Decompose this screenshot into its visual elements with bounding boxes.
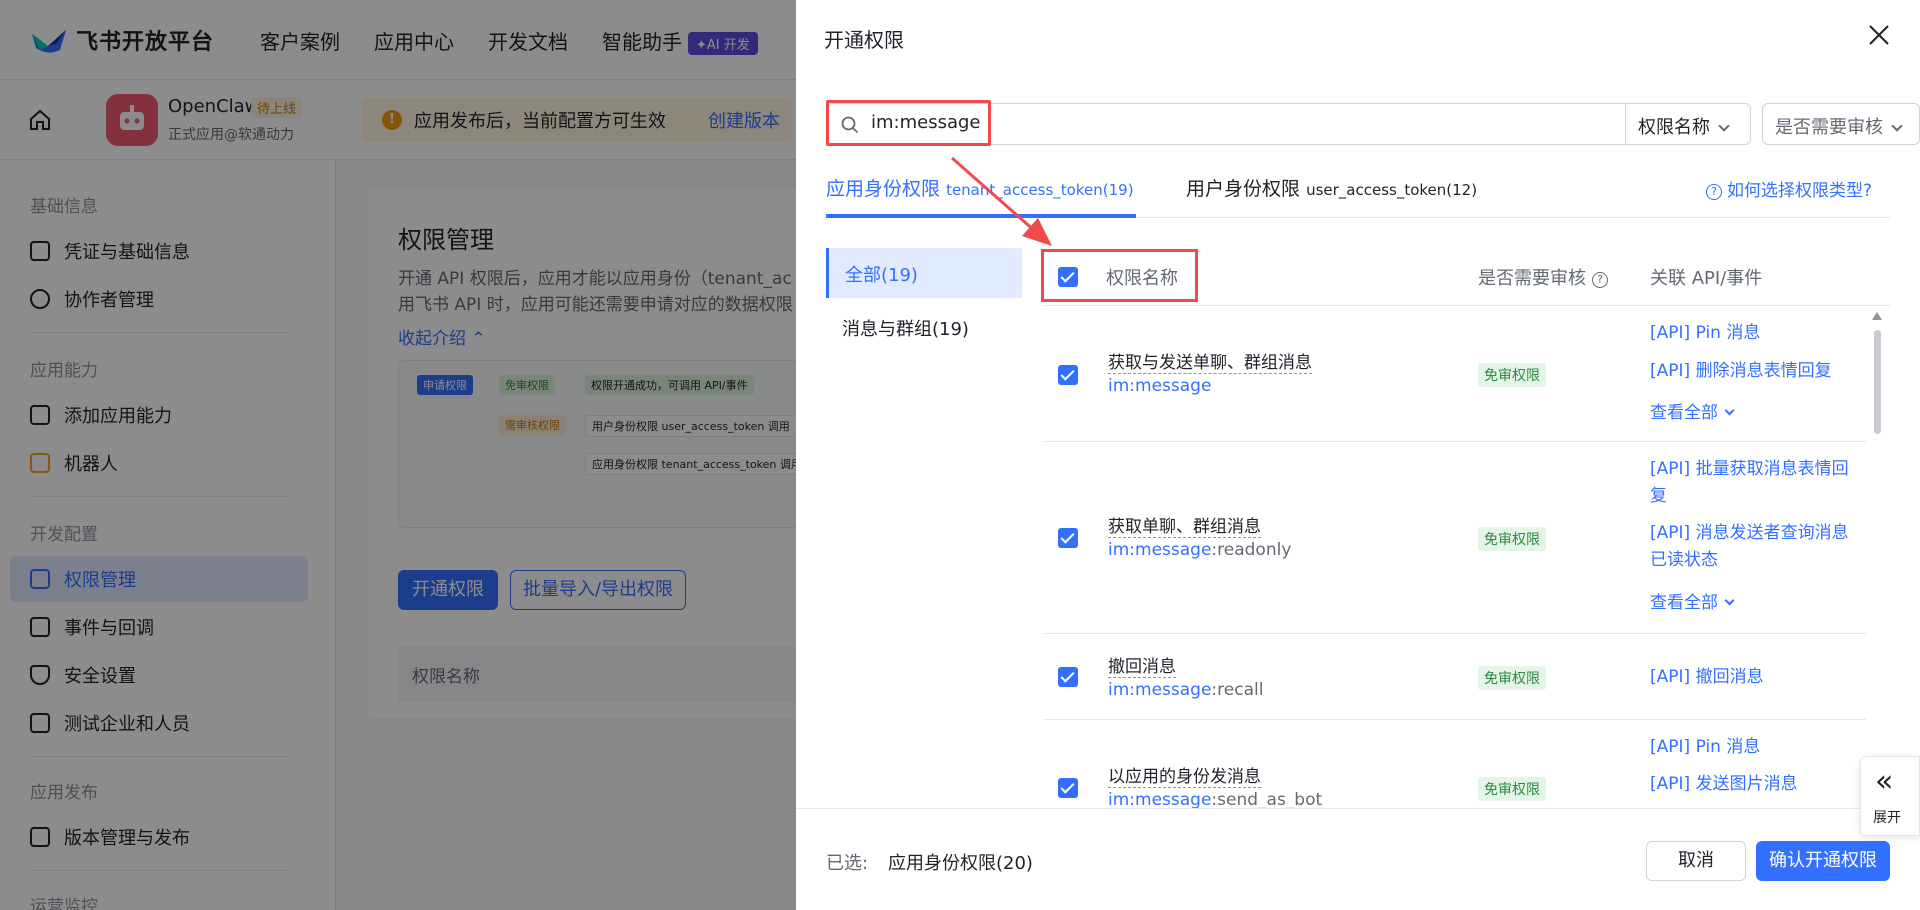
tab-token-count: tenant_access_token(19): [946, 181, 1134, 199]
permission-name: 获取与发送单聊、群组消息: [1108, 348, 1312, 374]
api-link[interactable]: [API] 删除消息表情回复: [1650, 358, 1850, 385]
annotation-box-search: [826, 100, 991, 146]
permission-code-prefix: im:message: [1108, 680, 1212, 700]
row-checkbox[interactable]: [1058, 778, 1078, 798]
col-related-api: 关联 API/事件: [1650, 268, 1763, 289]
permission-code-suffix: :send_as_bot: [1211, 790, 1323, 808]
select-label: 权限名称: [1638, 117, 1710, 138]
api-link[interactable]: [API] 撤回消息: [1650, 664, 1850, 691]
review-required-select[interactable]: 是否需要审核: [1762, 103, 1920, 145]
permission-type-tabs: 应用身份权限 tenant_access_token(19) 用户身份权限 us…: [826, 174, 1890, 218]
view-all-link[interactable]: 查看全部: [1650, 398, 1735, 423]
tab-token-count: user_access_token(12): [1306, 181, 1478, 199]
double-chevron-left-icon: «: [1875, 764, 1894, 799]
permission-code-suffix: :recall: [1211, 680, 1264, 700]
category-messages[interactable]: 消息与群组(19): [826, 304, 1022, 350]
chevron-down-icon: [1718, 120, 1730, 132]
confirm-enable-button[interactable]: 确认开通权限: [1756, 841, 1890, 881]
view-all-link[interactable]: 查看全部: [1650, 588, 1735, 613]
category-all[interactable]: 全部(19): [826, 248, 1022, 298]
view-all-label: 查看全部: [1650, 403, 1718, 423]
permission-code-prefix: im:message: [1108, 540, 1212, 560]
scrollbar-thumb[interactable]: [1874, 330, 1881, 434]
permission-name: 以应用的身份发消息: [1108, 762, 1261, 788]
api-link[interactable]: [API] 消息发送者查询消息已读状态: [1650, 520, 1850, 574]
col-review-required: 是否需要审核?: [1478, 264, 1608, 290]
permission-name: 撤回消息: [1108, 652, 1176, 678]
help-label: 如何选择权限类型?: [1727, 181, 1873, 201]
table-row: 以应用的身份发消息 im:message:send_as_bot 免审权限 [A…: [1044, 720, 1866, 808]
permission-name-text: 以应用的身份发消息: [1108, 767, 1261, 788]
review-free-tag: 免审权限: [1478, 363, 1546, 387]
permission-code: im:message:recall: [1108, 680, 1263, 700]
selected-label: 已选:: [826, 853, 869, 874]
tab-user-identity[interactable]: 用户身份权限 user_access_token(12): [1186, 174, 1477, 201]
chevron-down-icon: [1724, 405, 1735, 416]
tab-label: 应用身份权限: [826, 178, 941, 200]
selected-value: 应用身份权限(20): [888, 853, 1033, 874]
drawer-title: 开通权限: [824, 28, 904, 52]
permission-code-prefix: im:message: [1108, 376, 1212, 396]
review-free-tag: 免审权限: [1478, 527, 1546, 551]
permission-name-text: 获取单聊、群组消息: [1108, 517, 1261, 538]
chevron-down-icon: [1891, 120, 1903, 132]
help-permission-type-link[interactable]: ? 如何选择权限类型?: [1706, 176, 1872, 201]
expand-button[interactable]: « 展开: [1860, 756, 1920, 836]
review-free-tag: 免审权限: [1478, 777, 1546, 801]
permission-name-text: 撤回消息: [1108, 657, 1176, 678]
permission-name-text: 获取与发送单聊、群组消息: [1108, 353, 1312, 374]
table-row: 获取单聊、群组消息 im:message:readonly 免审权限 [API]…: [1044, 442, 1866, 634]
api-link[interactable]: [API] 发送图片消息: [1650, 771, 1850, 798]
row-checkbox[interactable]: [1058, 365, 1078, 385]
permission-code-prefix: im:message: [1108, 790, 1212, 808]
chevron-down-icon: [1724, 595, 1735, 606]
permission-code: im:message:send_as_bot: [1108, 790, 1322, 808]
scroll-up-icon[interactable]: [1872, 312, 1882, 320]
row-checkbox[interactable]: [1058, 528, 1078, 548]
close-icon[interactable]: [1866, 22, 1892, 48]
select-label: 是否需要审核: [1775, 117, 1883, 138]
permission-name-select[interactable]: 权限名称: [1626, 103, 1751, 145]
question-icon[interactable]: ?: [1592, 272, 1608, 288]
col-label: 是否需要审核: [1478, 268, 1586, 289]
api-link[interactable]: [API] Pin 消息: [1650, 734, 1850, 761]
review-free-tag: 免审权限: [1478, 666, 1546, 690]
row-checkbox[interactable]: [1058, 667, 1078, 687]
view-all-label: 查看全部: [1650, 593, 1718, 613]
tab-app-identity[interactable]: 应用身份权限 tenant_access_token(19): [826, 174, 1136, 218]
api-link[interactable]: [API] Pin 消息: [1650, 320, 1850, 347]
table-row: 撤回消息 im:message:recall 免审权限 [API] 撤回消息: [1044, 634, 1866, 720]
permission-code: im:message: [1108, 376, 1211, 396]
table-row: 获取与发送单聊、群组消息 im:message 免审权限 [API] Pin 消…: [1044, 306, 1866, 442]
permission-code: im:message:readonly: [1108, 540, 1291, 560]
expand-label: 展开: [1873, 810, 1901, 826]
cancel-button[interactable]: 取消: [1646, 841, 1746, 881]
drawer-footer: 已选: 应用身份权限(20) 取消 确认开通权限: [796, 808, 1920, 910]
api-link[interactable]: [API] 批量获取消息表情回复: [1650, 456, 1850, 510]
permission-name: 获取单聊、群组消息: [1108, 512, 1261, 538]
tab-label: 用户身份权限: [1186, 178, 1301, 200]
permission-code-suffix: :readonly: [1211, 540, 1292, 560]
annotation-box-header: [1041, 249, 1198, 302]
question-icon: ?: [1706, 184, 1722, 200]
